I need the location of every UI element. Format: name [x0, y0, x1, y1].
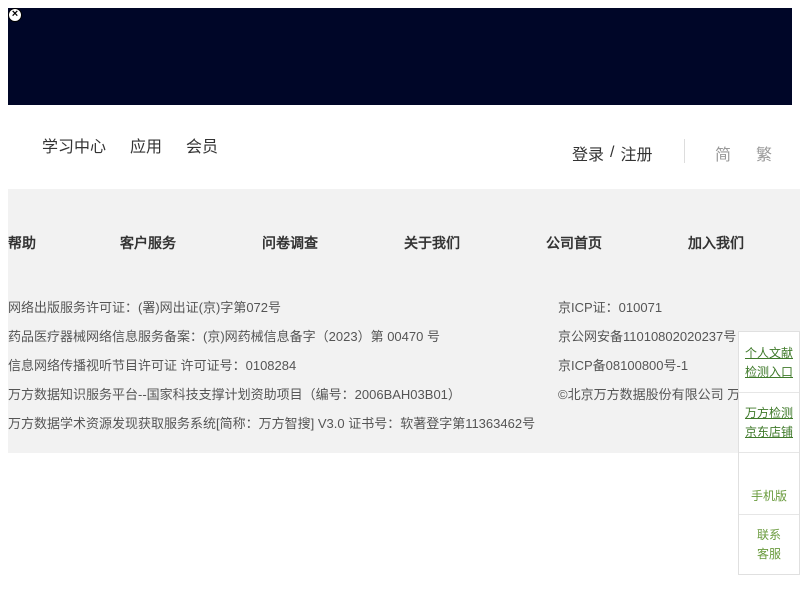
- top-nav: 学习中心 应用 会员: [42, 133, 218, 157]
- login-link[interactable]: 登录: [572, 141, 604, 165]
- side-divider: [739, 514, 799, 515]
- footer-link-join-us[interactable]: 加入我们: [688, 233, 744, 253]
- license-publishing: 网络出版服务许可证：(署)网出证(京)字第072号: [8, 300, 282, 315]
- jd-store-line1: 万方检测: [744, 406, 793, 420]
- footer-link-company-home[interactable]: 公司首页: [546, 233, 602, 253]
- footer-link-customer-service[interactable]: 客户服务: [120, 233, 176, 253]
- jd-store-link[interactable]: 万方检测 京东店铺: [739, 404, 799, 442]
- license-av: 信息网络传播视听节目许可证 许可证号：0108284: [8, 358, 297, 373]
- contact-line2: 客服: [756, 547, 781, 561]
- license-medical: 药品医疗器械网络信息服务备案：(京)网药械信息备字（2023）第 00470 号: [8, 329, 440, 344]
- license-icp-record: 京ICP备08100800号-1: [558, 358, 689, 373]
- footer: 帮助 客户服务 问卷调查 关于我们 公司首页 加入我们 网络出版服务许可证：(署…: [8, 189, 800, 453]
- license-icp: 京ICP证：010071: [558, 300, 663, 315]
- side-panel: 个人文献 检测入口 万方检测 京东店铺 手机版 联系 客服: [738, 331, 800, 575]
- jd-store-line2: 京东店铺: [744, 425, 793, 439]
- lang-simplified[interactable]: 简: [715, 141, 731, 165]
- divider: [684, 139, 685, 163]
- license-police: 京公网安备11010802020237号: [558, 329, 737, 344]
- mobile-version-link[interactable]: 手机版: [739, 487, 799, 506]
- close-banner-button[interactable]: ×: [8, 8, 22, 22]
- side-divider: [739, 452, 799, 453]
- side-divider: [739, 392, 799, 393]
- contact-service-link[interactable]: 联系 客服: [739, 526, 799, 564]
- license-project: 万方数据知识服务平台--国家科技支撑计划资助项目（编号：2006BAH03B01…: [8, 387, 461, 402]
- nav-apps[interactable]: 应用: [130, 133, 162, 157]
- footer-link-about[interactable]: 关于我们: [404, 233, 460, 253]
- personal-check-line2: 检测入口: [744, 365, 793, 379]
- personal-check-line1: 个人文献: [744, 346, 793, 360]
- copyright: ©北京万方数据股份有限公司 万: [558, 387, 741, 402]
- footer-link-help[interactable]: 帮助: [8, 233, 36, 253]
- nav-membership[interactable]: 会员: [186, 133, 218, 157]
- personal-check-entry[interactable]: 个人文献 检测入口: [739, 344, 799, 382]
- auth-separator: /: [610, 144, 615, 161]
- register-link[interactable]: 注册: [620, 141, 652, 165]
- close-icon: ×: [11, 8, 19, 20]
- contact-line1: 联系: [756, 528, 781, 542]
- footer-link-survey[interactable]: 问卷调查: [262, 233, 318, 253]
- nav-learning-center[interactable]: 学习中心: [42, 133, 106, 157]
- auth-links: 登录 / 注册: [572, 141, 652, 165]
- top-banner[interactable]: [8, 8, 792, 105]
- license-software: 万方数据学术资源发现获取服务系统[简称：万方智搜] V3.0 证书号：软著登字第…: [8, 416, 536, 431]
- lang-traditional[interactable]: 繁: [756, 141, 772, 165]
